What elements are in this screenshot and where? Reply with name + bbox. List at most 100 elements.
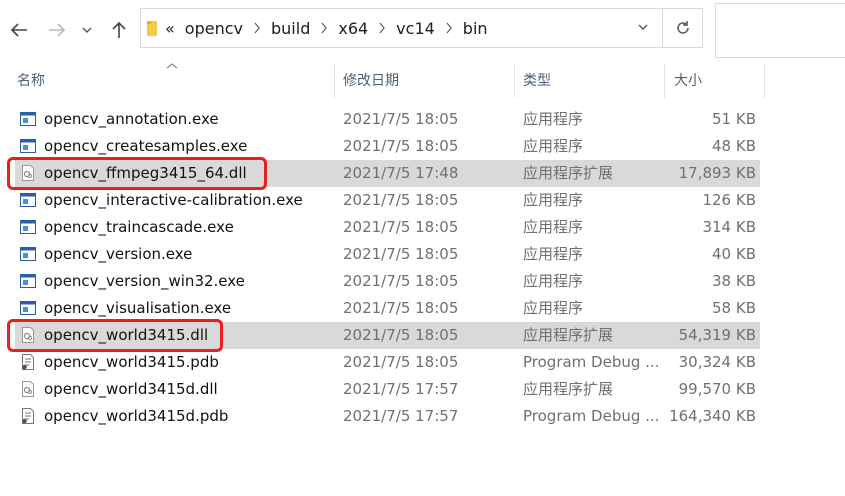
file-size: 48 KB bbox=[712, 137, 756, 155]
exe-icon bbox=[20, 138, 36, 154]
column-divider[interactable] bbox=[764, 64, 765, 98]
pdb-icon bbox=[20, 408, 36, 424]
address-bar[interactable]: « opencv build x64 vc14 bin bbox=[140, 8, 663, 48]
highlight-box bbox=[7, 157, 267, 190]
file-type: 应用程序 bbox=[523, 218, 584, 236]
file-type: Program Debug ... bbox=[523, 407, 660, 425]
file-date: 2021/7/5 17:48 bbox=[343, 164, 459, 182]
file-size: 164,340 KB bbox=[669, 407, 756, 425]
file-name: opencv_version.exe bbox=[44, 245, 193, 263]
breadcrumb-bin[interactable]: bin bbox=[463, 19, 488, 38]
chevron-down-icon bbox=[82, 27, 92, 33]
navigation-bar: « opencv build x64 vc14 bin bbox=[0, 0, 845, 62]
chevron-down-icon[interactable] bbox=[638, 23, 648, 31]
file-name: opencv_world3415d.dll bbox=[44, 380, 218, 398]
column-divider[interactable] bbox=[334, 64, 335, 98]
file-date: 2021/7/5 18:05 bbox=[343, 110, 459, 128]
breadcrumb-overflow[interactable]: « bbox=[165, 19, 175, 38]
breadcrumb-build[interactable]: build bbox=[271, 19, 310, 38]
file-row[interactable]: opencv_visualisation.exe 2021/7/5 18:05 … bbox=[15, 295, 760, 322]
file-size: 126 KB bbox=[702, 191, 756, 209]
file-row[interactable]: opencv_version.exe 2021/7/5 18:05 应用程序 4… bbox=[15, 241, 760, 268]
breadcrumb-opencv[interactable]: opencv bbox=[185, 19, 243, 38]
chevron-right-icon[interactable] bbox=[445, 22, 453, 34]
folder-icon bbox=[147, 21, 157, 36]
file-name: opencv_visualisation.exe bbox=[44, 299, 232, 317]
file-size: 30,324 KB bbox=[678, 353, 756, 371]
refresh-button[interactable] bbox=[663, 8, 703, 48]
file-size: 314 KB bbox=[702, 218, 756, 236]
exe-icon bbox=[20, 300, 36, 316]
column-divider[interactable] bbox=[664, 64, 665, 98]
column-date[interactable]: 修改日期 bbox=[343, 64, 399, 98]
file-date: 2021/7/5 18:05 bbox=[343, 137, 459, 155]
column-divider[interactable] bbox=[514, 64, 515, 98]
arrow-right-icon bbox=[49, 23, 66, 37]
file-name: opencv_createsamples.exe bbox=[44, 137, 248, 155]
chevron-right-icon[interactable] bbox=[253, 22, 261, 34]
file-date: 2021/7/5 18:05 bbox=[343, 353, 459, 371]
file-date: 2021/7/5 18:05 bbox=[343, 245, 459, 263]
file-row[interactable]: opencv_traincascade.exe 2021/7/5 18:05 应… bbox=[15, 214, 760, 241]
chevron-right-icon[interactable] bbox=[320, 22, 328, 34]
file-name: opencv_interactive-calibration.exe bbox=[44, 191, 303, 209]
file-type: Program Debug ... bbox=[523, 353, 660, 371]
sort-ascending-icon bbox=[166, 63, 178, 69]
file-date: 2021/7/5 18:05 bbox=[343, 326, 459, 344]
exe-icon bbox=[20, 111, 36, 127]
exe-icon bbox=[20, 192, 36, 208]
file-size: 40 KB bbox=[712, 245, 756, 263]
exe-icon bbox=[20, 246, 36, 262]
file-date: 2021/7/5 18:05 bbox=[343, 191, 459, 209]
exe-icon bbox=[20, 273, 36, 289]
file-date: 2021/7/5 18:05 bbox=[343, 299, 459, 317]
forward-button[interactable] bbox=[44, 16, 70, 44]
file-row[interactable]: opencv_interactive-calibration.exe 2021/… bbox=[15, 187, 760, 214]
file-size: 38 KB bbox=[712, 272, 756, 290]
file-row[interactable]: opencv_world3415d.pdb 2021/7/5 17:57 Pro… bbox=[15, 403, 760, 430]
file-row[interactable]: opencv_createsamples.exe 2021/7/5 18:05 … bbox=[15, 133, 760, 160]
back-button[interactable] bbox=[6, 16, 32, 44]
highlight-box bbox=[7, 319, 223, 352]
column-name[interactable]: 名称 bbox=[17, 64, 45, 98]
arrow-left-icon bbox=[10, 23, 27, 37]
file-row[interactable]: opencv_world3415.pdb 2021/7/5 18:05 Prog… bbox=[15, 349, 760, 376]
column-size[interactable]: 大小 bbox=[674, 64, 702, 98]
chevron-right-icon[interactable] bbox=[378, 22, 386, 34]
file-name: opencv_world3415.pdb bbox=[44, 353, 219, 371]
exe-icon bbox=[20, 219, 36, 235]
file-size: 17,893 KB bbox=[678, 164, 756, 182]
file-name: opencv_traincascade.exe bbox=[44, 218, 234, 236]
breadcrumb-x64[interactable]: x64 bbox=[338, 19, 368, 38]
file-date: 2021/7/5 18:05 bbox=[343, 218, 459, 236]
dll-icon bbox=[20, 381, 36, 397]
file-size: 51 KB bbox=[712, 110, 756, 128]
file-row[interactable]: opencv_world3415d.dll 2021/7/5 17:57 应用程… bbox=[15, 376, 760, 403]
file-type: 应用程序 bbox=[523, 137, 584, 155]
breadcrumb-vc14[interactable]: vc14 bbox=[396, 19, 435, 38]
file-row[interactable]: opencv_annotation.exe 2021/7/5 18:05 应用程… bbox=[15, 106, 760, 133]
file-name: opencv_world3415d.pdb bbox=[44, 407, 229, 425]
column-header: 名称 修改日期 类型 大小 bbox=[0, 63, 845, 98]
search-input[interactable] bbox=[715, 3, 845, 58]
refresh-icon bbox=[676, 21, 689, 34]
file-row[interactable]: opencv_version_win32.exe 2021/7/5 18:05 … bbox=[15, 268, 760, 295]
file-size: 54,319 KB bbox=[678, 326, 756, 344]
file-type: 应用程序 bbox=[523, 191, 584, 209]
up-button[interactable] bbox=[106, 16, 132, 44]
file-size: 99,570 KB bbox=[678, 380, 756, 398]
file-name: opencv_version_win32.exe bbox=[44, 272, 245, 290]
arrow-up-icon bbox=[112, 21, 126, 38]
file-type: 应用程序扩展 bbox=[523, 326, 614, 344]
pdb-icon bbox=[20, 354, 36, 370]
file-type: 应用程序扩展 bbox=[523, 164, 614, 182]
file-type: 应用程序扩展 bbox=[523, 380, 614, 398]
file-type: 应用程序 bbox=[523, 110, 584, 128]
file-type: 应用程序 bbox=[523, 272, 584, 290]
file-name: opencv_annotation.exe bbox=[44, 110, 219, 128]
file-date: 2021/7/5 17:57 bbox=[343, 380, 459, 398]
recent-locations-button[interactable] bbox=[76, 16, 98, 44]
file-size: 58 KB bbox=[712, 299, 756, 317]
column-type[interactable]: 类型 bbox=[523, 64, 551, 98]
file-date: 2021/7/5 18:05 bbox=[343, 272, 459, 290]
